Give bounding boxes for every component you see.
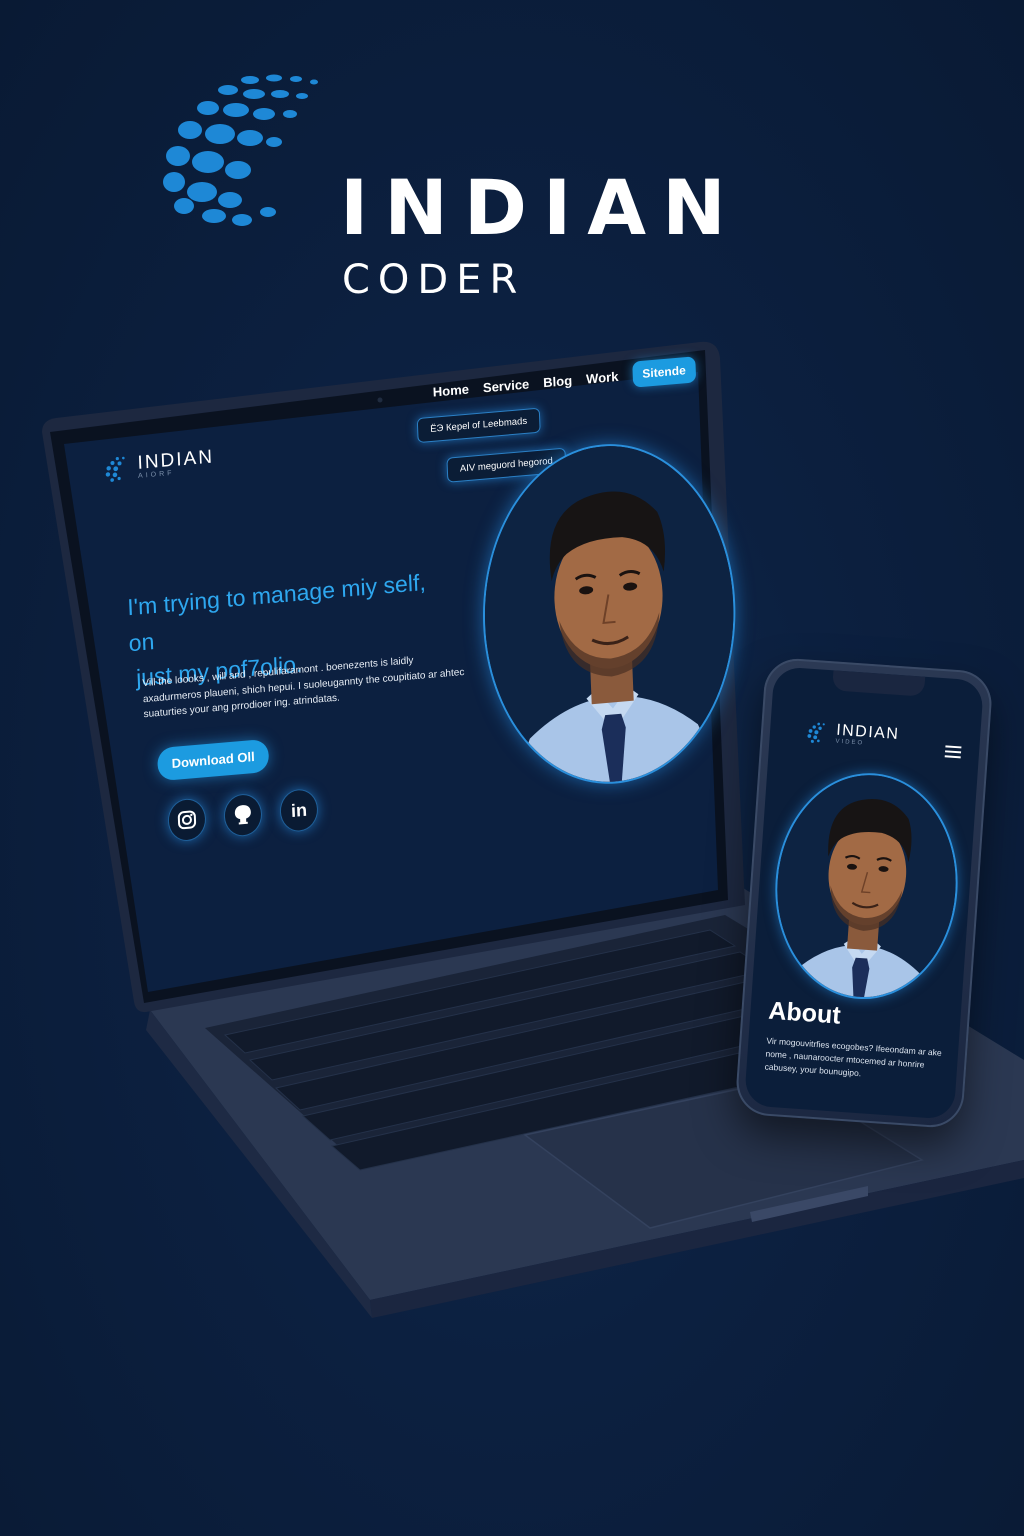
linkedin-link[interactable]: in <box>279 787 319 833</box>
site-nav: Home Service Blog Work Sitende <box>432 356 697 404</box>
github-link[interactable] <box>223 792 263 838</box>
linkedin-icon: in <box>290 799 308 821</box>
profile-photo <box>476 433 742 795</box>
instagram-icon <box>177 810 197 830</box>
floating-info-pill: ЁЭ Кepel of Leebmads <box>416 407 541 444</box>
about-description: Vir mogouvitrfies ecogobes? Ifeeondam ar… <box>764 1035 943 1079</box>
github-icon <box>234 805 251 825</box>
instagram-link[interactable] <box>167 797 207 843</box>
globe-dots-logo-icon <box>105 456 125 482</box>
nav-blog[interactable]: Blog <box>543 372 572 389</box>
nav-service[interactable]: Service <box>483 376 530 395</box>
phone-profile-photo <box>767 767 966 1006</box>
phone-device: INDIAN VIDEO About Vir mogouvitrfies eco… <box>734 656 994 1130</box>
hamburger-menu-icon[interactable] <box>944 742 962 761</box>
portrait-illustration <box>478 435 740 792</box>
about-heading: About <box>767 996 842 1030</box>
hero-headline-line-1: I'm trying to manage miy self, on <box>126 568 427 656</box>
phone-website: INDIAN VIDEO About Vir mogouvitrfies eco… <box>743 666 985 1120</box>
phone-site-logo[interactable]: INDIAN VIDEO <box>805 721 900 749</box>
nav-cta-button[interactable]: Sitende <box>631 356 697 388</box>
download-cv-button[interactable]: Download Oll <box>157 738 270 782</box>
nav-home[interactable]: Home <box>433 381 470 399</box>
site-logo[interactable]: INDIAN AIORF <box>103 446 214 482</box>
portrait-illustration <box>769 767 964 1006</box>
laptop-website: Home Service Blog Work Sitende INDIAN AI… <box>60 273 752 890</box>
globe-dots-logo-icon <box>807 722 825 743</box>
nav-work[interactable]: Work <box>586 368 619 386</box>
social-links: in <box>167 787 319 843</box>
